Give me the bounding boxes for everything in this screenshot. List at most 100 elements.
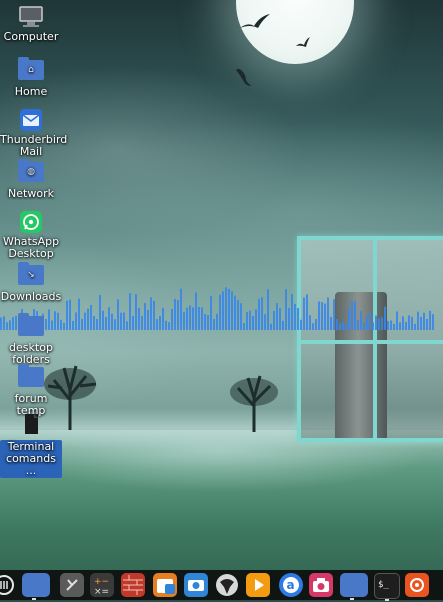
desktop-icon-computer[interactable]: Computer [0, 5, 62, 43]
visualizer-bar [423, 312, 425, 330]
firewall-icon[interactable] [121, 573, 145, 597]
desktop-icon-label: WhatsApp Desktop [2, 235, 60, 260]
visualizer-bar [228, 288, 230, 330]
visualizer-bar [147, 309, 149, 330]
visualizer-bar [90, 305, 92, 330]
visualizer-bar [309, 315, 311, 330]
visualizer-bar [291, 293, 293, 330]
visualizer-bar [207, 315, 209, 330]
visualizer-bar [171, 308, 173, 330]
visualizer-bar [111, 313, 113, 330]
settings-icon[interactable] [60, 573, 84, 597]
desktop-icon-label: Terminal comands ... [0, 440, 62, 478]
visualizer-bar [270, 323, 272, 330]
visualizer-bar [372, 322, 374, 330]
visualizer-bar [279, 308, 281, 330]
folder-icon[interactable] [340, 573, 368, 600]
visualizer-bar [120, 312, 122, 330]
visualizer-bar [198, 306, 200, 330]
visualizer-bar [333, 299, 335, 330]
wallpaper-window-frame [297, 236, 443, 442]
visualizer-bar [399, 322, 401, 330]
visualizer-bar [243, 323, 245, 330]
visualizer-bar [150, 297, 152, 330]
visualizer-bar [96, 319, 98, 330]
visualizer-bar [108, 307, 110, 330]
visualizer-bar [402, 316, 404, 330]
visualizer-bar [87, 308, 89, 330]
visualizer-bar [84, 312, 86, 330]
visualizer-bar [132, 316, 134, 330]
folder-icon [18, 313, 44, 340]
desktop-icon-forum-temp[interactable]: forum temp [0, 364, 62, 417]
file-manager-icon[interactable] [22, 573, 50, 600]
visualizer-bar [222, 291, 224, 330]
visualizer-bar [417, 311, 419, 330]
visualizer-bar [249, 310, 251, 330]
inkscape-icon[interactable] [215, 573, 239, 597]
visualizer-bar [351, 301, 353, 330]
menu-icon[interactable] [0, 573, 16, 597]
visualizer-bar [141, 315, 143, 330]
visualizer-bar [384, 306, 386, 330]
amazon-icon[interactable]: a [279, 573, 303, 597]
visualizer-bar [258, 298, 260, 330]
visualizer-bar [408, 315, 410, 330]
visualizer-bar [363, 322, 365, 330]
camera-icon[interactable] [309, 573, 333, 597]
visualizer-bar [63, 322, 65, 330]
software-center-icon[interactable] [153, 573, 177, 597]
visualizer-bar [387, 321, 389, 330]
visualizer-bar [285, 289, 287, 330]
folder-icon [18, 364, 44, 391]
visualizer-bar [183, 311, 185, 330]
desktop-icon-label: desktop folders [9, 341, 53, 366]
visualizer-bar [192, 307, 194, 330]
visualizer-bar [411, 316, 413, 330]
desktop-icon-desktop-folders[interactable]: desktop folders [0, 313, 62, 366]
media-player-icon[interactable] [246, 573, 270, 597]
desktop-icon-downloads[interactable]: ↘ Downloads [0, 262, 62, 303]
visualizer-bar [189, 305, 191, 330]
desktop-icon-home[interactable]: ⌂ Home [0, 57, 62, 98]
visualizer-bar [114, 319, 116, 330]
visualizer-bar [432, 314, 434, 330]
visualizer-bar [99, 294, 101, 330]
visualizer-bar [420, 316, 422, 330]
whatsapp-icon [18, 210, 44, 234]
visualizer-bar [282, 320, 284, 330]
desktop-icon-thunderbird[interactable]: Thunderbird Mail [0, 108, 67, 158]
visualizer-bar [69, 299, 71, 330]
visualizer-bar [405, 321, 407, 330]
visualizer-bar [165, 320, 167, 330]
downloads-folder-icon: ↘ [18, 262, 44, 289]
birds-graphic [236, 14, 310, 86]
visualizer-bar [393, 323, 395, 330]
terminal-icon[interactable]: $_ [374, 573, 400, 601]
visualizer-bar [327, 297, 329, 330]
visualizer-bar [219, 294, 221, 330]
visualizer-bar [117, 299, 119, 330]
visualizer-bar [375, 315, 377, 330]
desktop-icon-terminal-comands[interactable]: Terminal comands ... [0, 414, 62, 478]
ubuntu-icon[interactable] [405, 573, 429, 597]
desktop-icon-whatsapp[interactable]: WhatsApp Desktop [0, 210, 62, 260]
visualizer-bar [336, 319, 338, 330]
desktop-icon-label: Downloads [0, 290, 62, 303]
desktop-icon-network[interactable]: ◍ Network [0, 159, 62, 200]
visualizer-bar [300, 319, 302, 330]
visualizer-bar [144, 303, 146, 330]
visualizer-bar [369, 312, 371, 330]
desktop-icon-label: Thunderbird Mail [0, 133, 68, 158]
visualizer-bar [426, 319, 428, 330]
visualizer-bar [312, 323, 314, 330]
visualizer-bar [390, 320, 392, 330]
desktop-icon-label: Home [14, 85, 48, 98]
visualizer-bar [381, 317, 383, 330]
network-folder-icon: ◍ [18, 159, 44, 186]
visualizer-bar [78, 298, 80, 330]
visualizer-bar [195, 292, 197, 330]
visualizer-bar [126, 321, 128, 330]
calculator-icon[interactable]: +− ×= [90, 573, 114, 597]
screenshot-icon[interactable] [184, 573, 208, 597]
